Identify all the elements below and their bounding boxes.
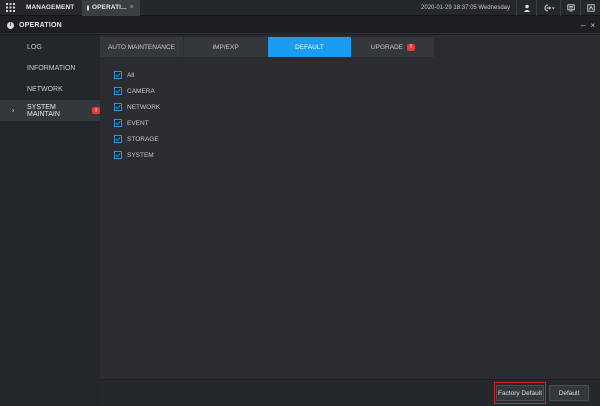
operation-icon	[87, 4, 89, 11]
tab-label: UPGRADE	[370, 43, 404, 51]
checkbox[interactable]	[114, 103, 122, 111]
tab-label: IMP/EXP	[212, 43, 239, 51]
device-button[interactable]	[580, 0, 600, 16]
checkbox[interactable]	[114, 71, 122, 79]
tab-auto-maintenance[interactable]: AUTO MAINTENANCE	[100, 37, 184, 57]
checkbox-label: All	[127, 71, 135, 79]
tab-bar: AUTO MAINTENANCE IMP/EXP DEFAULT UPGRADE…	[100, 37, 435, 57]
sidebar-item-system-maintain[interactable]: › SYSTEM MAINTAIN !	[0, 100, 100, 121]
alert-badge: !	[92, 107, 100, 114]
checkbox[interactable]	[114, 135, 122, 143]
checkbox[interactable]	[114, 87, 122, 95]
title-bar: i OPERATION – ×	[0, 17, 600, 34]
sidebar-item-log[interactable]: LOG	[0, 37, 100, 58]
tab-imp-exp[interactable]: IMP/EXP	[184, 37, 268, 57]
sidebar-item-label: LOG	[27, 44, 42, 51]
check-icon	[115, 152, 121, 158]
monitor-button[interactable]	[560, 0, 580, 16]
datetime: 2020-01-29 18:37:05 Wednesday	[421, 4, 510, 11]
tab-management[interactable]: MANAGEMENT	[20, 0, 82, 16]
info-icon: i	[7, 21, 14, 29]
main-menu-button[interactable]	[0, 0, 20, 16]
logout-button[interactable]	[536, 0, 560, 16]
checkbox-label: EVENT	[127, 119, 149, 127]
tab-operation[interactable]: OPERATI... ×	[82, 0, 140, 16]
check-icon	[115, 104, 121, 110]
tab-label: AUTO MAINTENANCE	[107, 43, 176, 51]
option-camera[interactable]: CAMERA	[114, 83, 160, 99]
tab-default[interactable]: DEFAULT	[268, 37, 352, 57]
checkbox-label: STORAGE	[127, 135, 159, 143]
checkbox-label: SYSTEM	[127, 151, 154, 159]
close-tab-icon[interactable]: ×	[130, 4, 134, 11]
sidebar-item-label: SYSTEM MAINTAIN	[27, 103, 60, 118]
tab-upgrade[interactable]: UPGRADE !	[352, 37, 435, 57]
check-icon	[115, 120, 121, 126]
alert-badge: !	[407, 43, 416, 51]
tab-operation-label: OPERATI...	[91, 4, 127, 11]
user-button[interactable]	[516, 0, 536, 16]
action-bar: Factory Default Default	[100, 379, 600, 406]
factory-default-button[interactable]: Factory Default	[496, 385, 544, 401]
monitor-icon	[566, 3, 575, 11]
checkbox-label: CAMERA	[127, 87, 155, 95]
sidebar: LOG INFORMATION NETWORK › SYSTEM MAINTAI…	[0, 35, 100, 406]
sidebar-item-information[interactable]: INFORMATION	[0, 58, 100, 79]
sidebar-item-network[interactable]: NETWORK	[0, 79, 100, 100]
option-all[interactable]: All	[114, 67, 160, 83]
page-title: OPERATION	[19, 21, 62, 29]
close-icon[interactable]: ×	[590, 21, 595, 30]
chevron-right-icon: ›	[12, 107, 15, 114]
sidebar-item-label: INFORMATION	[27, 65, 76, 72]
top-bar: MANAGEMENT OPERATI... × 2020-01-29 18:37…	[0, 0, 600, 16]
option-storage[interactable]: STORAGE	[114, 131, 160, 147]
check-icon	[115, 136, 121, 142]
option-event[interactable]: EVENT	[114, 115, 160, 131]
tab-management-label: MANAGEMENT	[26, 4, 75, 11]
minimize-icon[interactable]: –	[581, 21, 585, 30]
logout-icon	[544, 4, 555, 11]
checkbox[interactable]	[114, 119, 122, 127]
check-icon	[115, 88, 121, 94]
device-icon	[586, 3, 595, 12]
grid-icon	[5, 3, 15, 12]
user-icon	[523, 4, 530, 12]
check-icon	[115, 72, 121, 78]
sidebar-item-label: NETWORK	[27, 86, 63, 93]
checkbox-label: NETWORK	[127, 103, 161, 111]
option-network[interactable]: NETWORK	[114, 99, 160, 115]
default-options: All CAMERA NETWORK EVENT STORAGE SYSTEM	[114, 67, 160, 163]
checkbox[interactable]	[114, 151, 122, 159]
option-system[interactable]: SYSTEM	[114, 147, 160, 163]
main-panel: AUTO MAINTENANCE IMP/EXP DEFAULT UPGRADE…	[100, 35, 600, 406]
tab-label: DEFAULT	[295, 43, 324, 51]
default-button[interactable]: Default	[549, 385, 589, 401]
